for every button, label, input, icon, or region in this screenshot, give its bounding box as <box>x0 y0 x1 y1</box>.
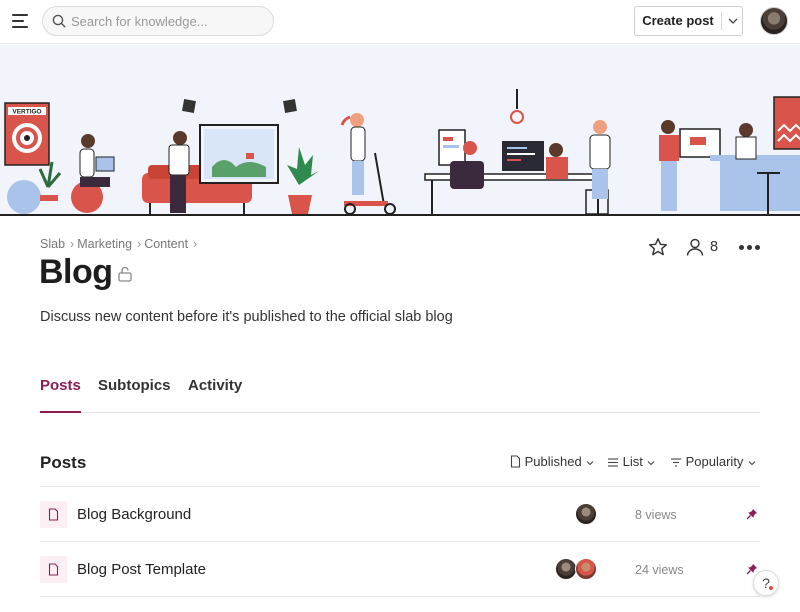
view-filter-label: List <box>622 454 643 469</box>
chevron-down-icon <box>748 461 756 466</box>
chevron-down-icon[interactable] <box>727 14 739 28</box>
svg-text:VERTIGO: VERTIGO <box>12 109 41 116</box>
sort-filter[interactable]: Popularity <box>670 454 757 469</box>
tab-posts[interactable]: Posts <box>40 377 81 413</box>
topic-banner: VERTIGO <box>0 45 800 216</box>
post-title[interactable]: Blog Post Template <box>77 561 206 578</box>
menu-icon[interactable] <box>12 11 30 29</box>
status-filter[interactable]: Published <box>510 454 595 469</box>
filter-icon <box>671 458 681 467</box>
chevron-down-icon <box>586 461 594 466</box>
status-filter-label: Published <box>524 454 582 469</box>
breadcrumb: Slab › Marketing › Content › <box>40 237 200 251</box>
notification-dot <box>769 586 773 590</box>
member-count: 8 <box>710 239 719 255</box>
tab-activity[interactable]: Activity <box>188 377 242 413</box>
person-icon <box>686 238 704 256</box>
breadcrumb-content[interactable]: Content <box>144 237 188 251</box>
search-input[interactable] <box>71 11 267 31</box>
more-dots-icon[interactable] <box>739 245 761 251</box>
star-icon[interactable] <box>648 237 668 257</box>
breadcrumb-marketing[interactable]: Marketing <box>77 237 132 251</box>
list-icon <box>608 458 618 467</box>
help-icon[interactable]: ? <box>753 570 779 596</box>
top-bar: Create post <box>0 0 800 44</box>
view-filter[interactable]: List <box>607 454 656 469</box>
tab-subtopics[interactable]: Subtopics <box>98 377 171 413</box>
avatar[interactable] <box>575 558 597 580</box>
create-post-label[interactable]: Create post <box>635 7 721 35</box>
create-post-button[interactable]: Create post <box>634 6 743 36</box>
post-row[interactable] <box>40 596 760 612</box>
posts-section-title: Posts <box>40 453 87 472</box>
sort-filter-label: Popularity <box>685 454 744 469</box>
post-views: 24 views <box>635 563 684 577</box>
chevron-down-icon <box>648 461 655 466</box>
button-divider <box>721 12 722 30</box>
breadcrumb-separator: › <box>137 237 142 251</box>
vertigo-poster: VERTIGO <box>4 102 50 166</box>
post-row[interactable]: Blog Post Template 24 views <box>40 541 760 597</box>
search-icon <box>52 14 66 28</box>
topic-description: Discuss new content before it's publishe… <box>40 309 453 325</box>
breadcrumb-slab[interactable]: Slab <box>40 237 65 251</box>
post-row[interactable]: Blog Background 8 views <box>40 486 760 542</box>
topic-tabs: Posts Subtopics Activity <box>40 377 760 413</box>
document-icon <box>510 455 521 468</box>
office-illustration: VERTIGO <box>0 89 800 216</box>
topic-title: Blog <box>39 253 113 291</box>
avatar[interactable] <box>575 503 597 525</box>
user-avatar[interactable] <box>760 7 788 35</box>
avatar[interactable] <box>555 558 577 580</box>
document-icon <box>40 556 67 583</box>
search-box[interactable] <box>42 6 274 36</box>
document-icon <box>40 501 67 528</box>
breadcrumb-separator: › <box>70 237 75 251</box>
lock-icon[interactable] <box>117 265 133 283</box>
pin-icon[interactable] <box>746 508 758 520</box>
post-views: 8 views <box>635 508 677 522</box>
breadcrumb-separator: › <box>193 237 198 251</box>
post-title[interactable]: Blog Background <box>77 506 191 523</box>
